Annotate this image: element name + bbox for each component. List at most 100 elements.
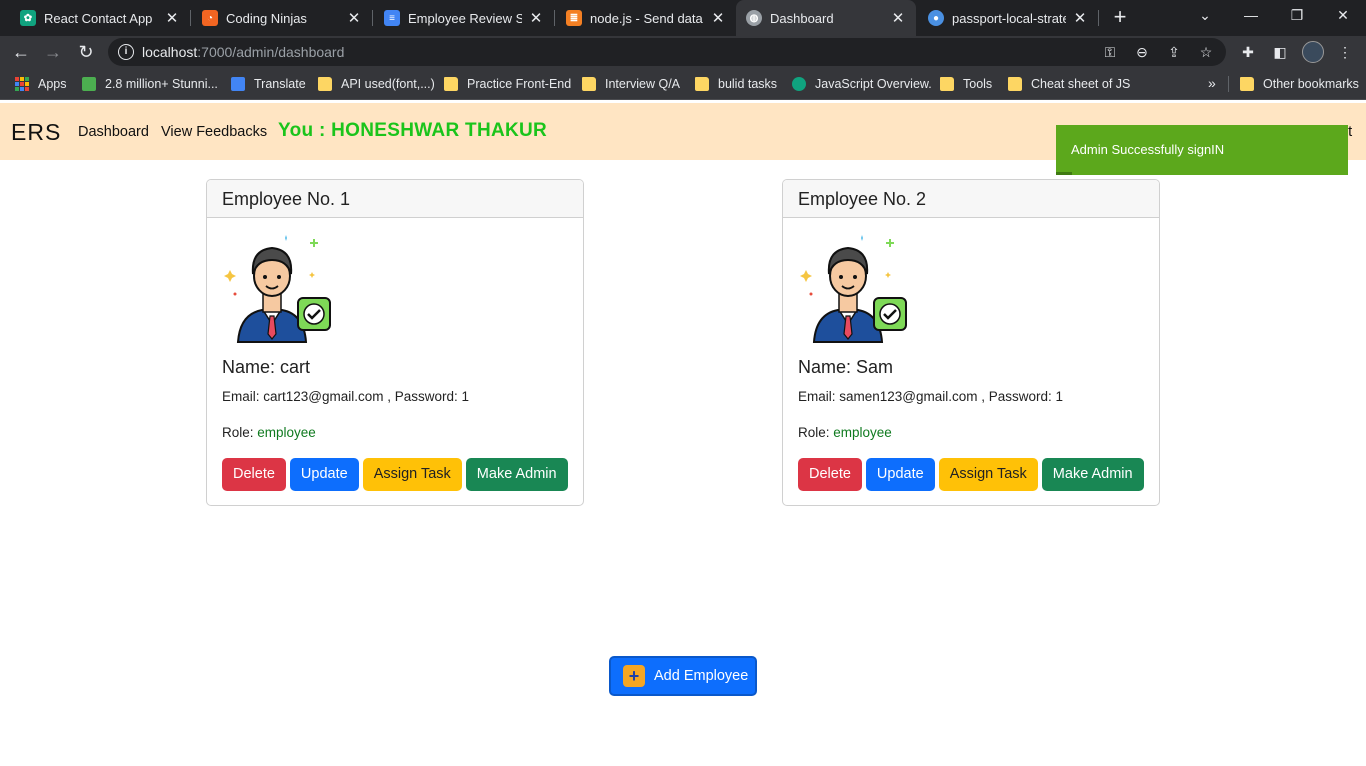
minimize-button[interactable]: —: [1228, 0, 1274, 30]
reload-button[interactable]: ↻: [73, 40, 99, 64]
folder-icon: [1008, 77, 1022, 91]
forward-button[interactable]: →: [40, 40, 66, 64]
bookmark-bulid-tasks[interactable]: bulid tasks: [695, 75, 777, 93]
close-icon[interactable]: ✕: [346, 9, 362, 27]
bookmark-practice-front-end[interactable]: Practice Front-End: [444, 75, 571, 93]
google-docs-icon: ≡: [384, 10, 400, 26]
current-user-label: You : HONESHWAR THAKUR: [278, 120, 548, 141]
bookmark-label: Translate: [254, 77, 306, 91]
toast-progress-bar: [1056, 172, 1072, 175]
nav-link-view-feedbacks[interactable]: View Feedbacks: [161, 124, 267, 140]
close-window-button[interactable]: ✕: [1320, 0, 1366, 30]
bookmark-label: 2.8 million+ Stunni...: [105, 77, 218, 91]
menu-kebab-icon[interactable]: ⋮: [1335, 42, 1355, 62]
bookmark-separator: [1228, 76, 1229, 92]
more-bookmarks-button[interactable]: »: [1208, 75, 1216, 91]
bookmarks-bar: Apps 2.8 million+ Stunni... Translate AP…: [0, 68, 1366, 100]
bookmark-label: Interview Q/A: [605, 77, 681, 91]
make-admin-button[interactable]: Make Admin: [465, 458, 568, 491]
extensions-icon[interactable]: ✚: [1238, 42, 1258, 62]
update-button[interactable]: Update: [289, 458, 359, 491]
apps-grid-icon: [15, 77, 29, 91]
share-icon[interactable]: ⇪: [1164, 42, 1184, 62]
employee-role: Role: employee: [222, 425, 316, 440]
close-icon[interactable]: ✕: [528, 9, 544, 27]
add-employee-button[interactable]: + Add Employee: [609, 656, 757, 696]
url-text[interactable]: localhost:7000/admin/dashboard: [142, 44, 344, 60]
tab-search-chevron-icon[interactable]: ⌄: [1182, 0, 1228, 30]
folder-icon: [1240, 77, 1254, 91]
github-icon: ●: [928, 10, 944, 26]
bookmark-cheat-sheet[interactable]: Cheat sheet of JS: [1008, 75, 1130, 93]
openai-icon: [792, 77, 806, 91]
bookmark-apps[interactable]: Apps: [15, 75, 67, 93]
bookmark-interview-qa[interactable]: Interview Q/A: [582, 75, 680, 93]
close-icon[interactable]: ✕: [710, 9, 726, 27]
action-buttons: Delete Update Assign Task Make Admin: [222, 458, 568, 491]
close-icon[interactable]: ✕: [890, 9, 906, 27]
tab-label: Coding Ninjas: [226, 10, 307, 26]
tab-coding-ninjas[interactable]: ◔ Coding Ninjas ✕: [192, 0, 372, 36]
toast-message: Admin Successfully signIN: [1071, 142, 1225, 157]
close-icon[interactable]: ✕: [1072, 9, 1088, 27]
back-button[interactable]: ←: [8, 40, 34, 64]
restore-button[interactable]: ❐: [1274, 0, 1320, 30]
bookmark-label: JavaScript Overview.: [815, 77, 932, 91]
folder-icon: [318, 77, 332, 91]
employee-card: Employee No. 2 Name: Sam Email: samen123…: [782, 179, 1160, 506]
bookmark-label: Practice Front-End: [467, 77, 572, 91]
folder-icon: [444, 77, 458, 91]
delete-button[interactable]: Delete: [798, 458, 862, 491]
tab-react-contact-app[interactable]: ✿ React Contact App ✕: [10, 0, 190, 36]
tab-label: node.js - Send data ba: [590, 10, 704, 26]
translate-icon: [231, 77, 245, 91]
bookmark-px[interactable]: 2.8 million+ Stunni...: [82, 75, 218, 93]
key-icon[interactable]: ⚿: [1100, 42, 1120, 62]
avatar[interactable]: [1302, 41, 1324, 63]
bookmark-star-icon[interactable]: ☆: [1196, 42, 1216, 62]
side-panel-icon[interactable]: ◧: [1270, 42, 1290, 62]
assign-task-button[interactable]: Assign Task: [938, 458, 1038, 491]
bookmark-label: API used(font,...): [341, 77, 435, 91]
add-employee-label: Add Employee: [654, 668, 749, 684]
nav-link-dashboard[interactable]: Dashboard: [78, 124, 149, 140]
tab-employee-review[interactable]: ≡ Employee Review Syst ✕: [374, 0, 554, 36]
stackoverflow-icon: ≣: [566, 10, 582, 26]
bookmark-label: Other bookmarks: [1263, 77, 1359, 91]
new-tab-button[interactable]: +: [1108, 4, 1132, 30]
tab-separator: [372, 10, 373, 26]
bookmark-label: Tools: [963, 77, 993, 91]
tab-label: Dashboard: [770, 10, 834, 26]
folder-icon: [695, 77, 709, 91]
delete-button[interactable]: Delete: [222, 458, 286, 491]
bookmark-other[interactable]: Other bookmarks: [1240, 75, 1359, 93]
bookmark-tools[interactable]: Tools: [940, 75, 992, 93]
card-header: Employee No. 2: [783, 180, 1159, 218]
update-button[interactable]: Update: [865, 458, 935, 491]
folder-icon: [940, 77, 954, 91]
card-header: Employee No. 1: [207, 180, 583, 218]
tab-label: React Contact App: [44, 10, 153, 26]
tab-dashboard[interactable]: ◍ Dashboard ✕: [736, 0, 916, 36]
px-icon: [82, 77, 96, 91]
close-icon[interactable]: ✕: [164, 9, 180, 27]
toast-notification[interactable]: Admin Successfully signIN: [1056, 125, 1348, 175]
bookmark-label: Apps: [38, 77, 67, 91]
action-buttons: Delete Update Assign Task Make Admin: [798, 458, 1144, 491]
address-bar[interactable]: i localhost:7000/admin/dashboard ⚿ ⊖ ⇪ ☆: [108, 38, 1226, 66]
bookmark-translate[interactable]: Translate: [231, 75, 306, 93]
employee-email: Email: cart123@gmail.com , Password: 1: [222, 389, 470, 404]
brand-logo[interactable]: ERS: [11, 119, 61, 146]
make-admin-button[interactable]: Make Admin: [1041, 458, 1144, 491]
zoom-icon[interactable]: ⊖: [1132, 42, 1152, 62]
url-path: :7000/admin/dashboard: [197, 44, 345, 60]
assign-task-button[interactable]: Assign Task: [362, 458, 462, 491]
site-info-icon[interactable]: i: [118, 44, 134, 60]
bookmark-api-used[interactable]: API used(font,...): [318, 75, 435, 93]
employee-role: Role: employee: [798, 425, 892, 440]
tab-passport-local[interactable]: ● passport-local-strateg ✕: [918, 0, 1098, 36]
tab-nodejs[interactable]: ≣ node.js - Send data ba ✕: [556, 0, 736, 36]
browser-toolbar: ← → ↻ i localhost:7000/admin/dashboard ⚿…: [0, 36, 1366, 68]
role-value: employee: [257, 425, 316, 440]
bookmark-javascript-overview[interactable]: JavaScript Overview.: [792, 75, 932, 93]
